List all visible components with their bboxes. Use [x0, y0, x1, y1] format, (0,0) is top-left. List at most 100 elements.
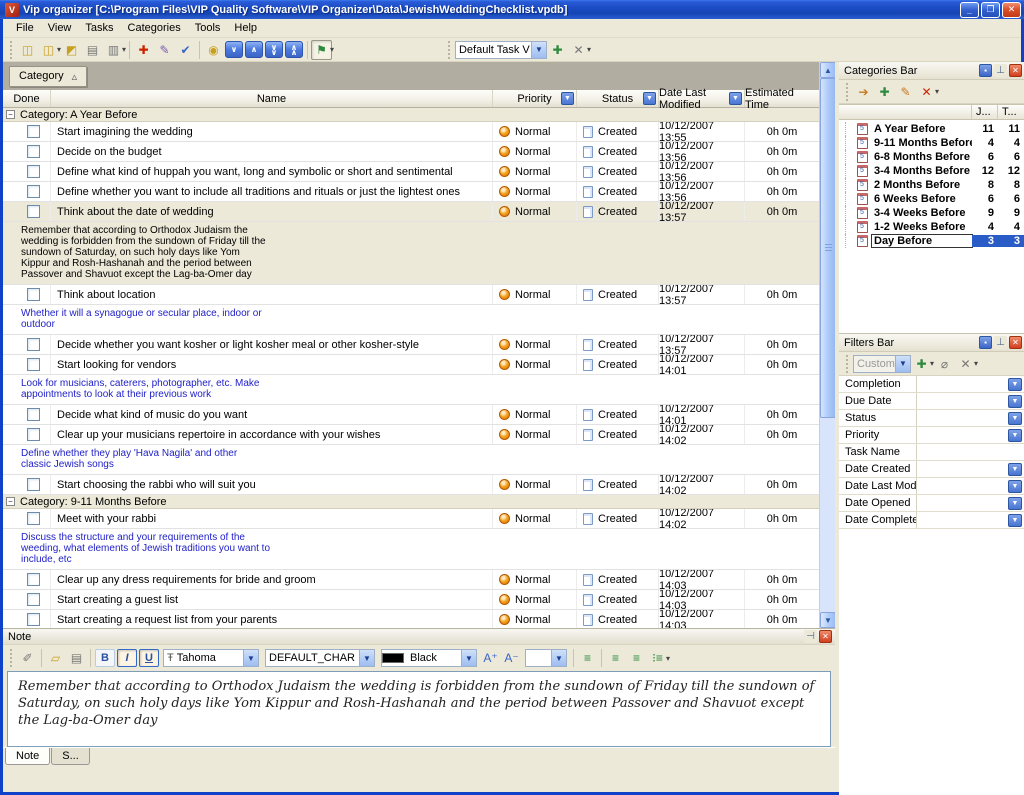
align-left-icon[interactable]: ≡: [577, 648, 598, 668]
column-header-priority[interactable]: Priority▼: [493, 90, 577, 107]
apply-filter-icon[interactable]: ✚: [911, 354, 932, 374]
table-row[interactable]: Start creating a request list from your …: [3, 610, 819, 628]
table-row[interactable]: Define whether you want to include all t…: [3, 182, 819, 202]
save-file-icon[interactable]: ◩: [61, 40, 82, 60]
done-checkbox[interactable]: [27, 613, 40, 626]
font-size-arrow-icon[interactable]: ▼: [551, 650, 566, 666]
sidebar-category-item[interactable]: 3-4 Weeks Before99: [839, 206, 1024, 220]
note-tab-s[interactable]: S...: [51, 748, 90, 765]
dropdown-caret-icon[interactable]: ▾: [122, 45, 126, 54]
filter-row[interactable]: Status▼: [839, 410, 1024, 427]
menu-item-tools[interactable]: Tools: [188, 20, 228, 36]
table-row[interactable]: Meet with your rabbiNormalCreated10/12/2…: [3, 509, 819, 529]
filter-dropdown-icon[interactable]: ▼: [1008, 514, 1022, 527]
dropdown-caret-icon[interactable]: ▾: [330, 45, 334, 54]
menu-item-categories[interactable]: Categories: [121, 20, 188, 36]
sidebar-category-item[interactable]: A Year Before1111: [839, 122, 1024, 136]
font-family-combo[interactable]: ŦTahoma▼: [163, 649, 259, 667]
categories-close-icon[interactable]: ✕: [1009, 64, 1022, 77]
done-checkbox[interactable]: [27, 205, 40, 218]
save-view-icon[interactable]: ✚: [547, 40, 568, 60]
done-checkbox[interactable]: [27, 185, 40, 198]
categories-pin-icon[interactable]: ⊥: [994, 64, 1007, 77]
charset-combo[interactable]: DEFAULT_CHAR▼: [265, 649, 375, 667]
done-checkbox[interactable]: [27, 125, 40, 138]
complete-task-icon[interactable]: ✔: [175, 40, 196, 60]
done-checkbox[interactable]: [27, 165, 40, 178]
sidebar-category-item[interactable]: 6 Weeks Before66: [839, 192, 1024, 206]
move-up-icon[interactable]: ∧: [245, 41, 263, 58]
view-notes-icon[interactable]: ◉: [203, 40, 224, 60]
note-pin-icon[interactable]: ⊣: [804, 630, 817, 643]
filter-row[interactable]: Date Created▼: [839, 461, 1024, 478]
menu-item-view[interactable]: View: [41, 20, 79, 36]
new-category-icon[interactable]: ➔: [853, 82, 874, 102]
filter-dropdown-icon[interactable]: ▼: [1008, 463, 1022, 476]
filter-dropdown-icon[interactable]: ▼: [1008, 429, 1022, 442]
table-row[interactable]: Start choosing the rabbi who will suit y…: [3, 475, 819, 495]
sidebar-category-item[interactable]: Day Before33: [839, 234, 1024, 248]
delete-view-icon[interactable]: ✕: [568, 40, 589, 60]
sidebar-category-item[interactable]: 2 Months Before88: [839, 178, 1024, 192]
categories-hide-icon[interactable]: ▪: [979, 64, 992, 77]
filter-row[interactable]: Due Date▼: [839, 393, 1024, 410]
filter-row[interactable]: Date Completed▼: [839, 512, 1024, 529]
table-row[interactable]: Clear up any dress requirements for brid…: [3, 570, 819, 590]
align-right-icon[interactable]: ≡: [626, 648, 647, 668]
increase-font-icon[interactable]: A⁺: [480, 648, 501, 668]
done-checkbox[interactable]: [27, 478, 40, 491]
sidebar-category-item[interactable]: 9-11 Months Before44: [839, 136, 1024, 150]
column-header-status[interactable]: Status▼: [577, 90, 659, 107]
collapse-icon[interactable]: −: [6, 497, 15, 506]
note-close-icon[interactable]: ✕: [819, 630, 832, 643]
dropdown-caret-icon[interactable]: ▾: [935, 87, 939, 96]
filters-close-icon[interactable]: ✕: [1009, 336, 1022, 349]
sidebar-category-item[interactable]: 6-8 Months Before66: [839, 150, 1024, 164]
table-row[interactable]: Start looking for vendorsNormalCreated10…: [3, 355, 819, 375]
close-button[interactable]: ✕: [1002, 2, 1021, 18]
dropdown-caret-icon[interactable]: ▾: [974, 359, 978, 368]
edit-task-icon[interactable]: ✎: [154, 40, 175, 60]
filter-row[interactable]: Date Last Modifie▼: [839, 478, 1024, 495]
done-checkbox[interactable]: [27, 288, 40, 301]
category-group-row[interactable]: −Category: A Year Before: [3, 108, 819, 122]
column-filter-dropdown-icon[interactable]: ▼: [643, 92, 656, 105]
menu-item-help[interactable]: Help: [227, 20, 264, 36]
scrollbar-thumb[interactable]: [820, 78, 836, 418]
categories-col-t[interactable]: T...: [998, 105, 1024, 119]
delete-filter-icon[interactable]: ✕: [955, 354, 976, 374]
done-checkbox[interactable]: [27, 512, 40, 525]
bullet-list-icon[interactable]: ⁝≡: [647, 648, 668, 668]
scroll-down-arrow-icon[interactable]: ▼: [820, 612, 836, 628]
move-top-icon[interactable]: ∧∧: [285, 41, 303, 58]
column-header-name[interactable]: Name: [51, 90, 493, 107]
minimize-button[interactable]: _: [960, 2, 979, 18]
done-checkbox[interactable]: [27, 358, 40, 371]
move-bottom-icon[interactable]: ∨∨: [265, 41, 283, 58]
filter-dropdown-icon[interactable]: ▼: [1008, 378, 1022, 391]
table-row[interactable]: Decide what kind of music do you wantNor…: [3, 405, 819, 425]
new-file-icon[interactable]: ◫: [17, 40, 38, 60]
insert-file-icon[interactable]: ▱: [45, 648, 66, 668]
column-header-date-last-modified[interactable]: Date Last Modified▼: [659, 90, 745, 107]
open-file-icon[interactable]: ◫: [38, 40, 59, 60]
print-note-icon[interactable]: ▤: [66, 648, 87, 668]
dropdown-caret-icon[interactable]: ▾: [587, 45, 591, 54]
column-filter-dropdown-icon[interactable]: ▼: [561, 92, 574, 105]
sidebar-category-item[interactable]: 3-4 Months Before1212: [839, 164, 1024, 178]
clear-filter-icon[interactable]: ⌀: [934, 354, 955, 374]
group-by-category-box[interactable]: Category ▵: [9, 66, 87, 87]
filter-dropdown-icon[interactable]: ▼: [1008, 497, 1022, 510]
font-family-arrow-icon[interactable]: ▼: [243, 650, 258, 666]
dropdown-caret-icon[interactable]: ▾: [666, 654, 670, 663]
move-down-icon[interactable]: ∨: [225, 41, 243, 58]
done-checkbox[interactable]: [27, 428, 40, 441]
task-view-combo-arrow-icon[interactable]: ▼: [531, 42, 546, 58]
bold-button[interactable]: B: [95, 649, 115, 667]
column-filter-dropdown-icon[interactable]: ▼: [729, 92, 742, 105]
column-header-estimated-time[interactable]: Estimated Time: [745, 90, 819, 107]
sidebar-category-item[interactable]: 1-2 Weeks Before44: [839, 220, 1024, 234]
filter-row[interactable]: Completion▼: [839, 376, 1024, 393]
charset-arrow-icon[interactable]: ▼: [359, 650, 374, 666]
delete-category-icon[interactable]: ✕: [916, 82, 937, 102]
